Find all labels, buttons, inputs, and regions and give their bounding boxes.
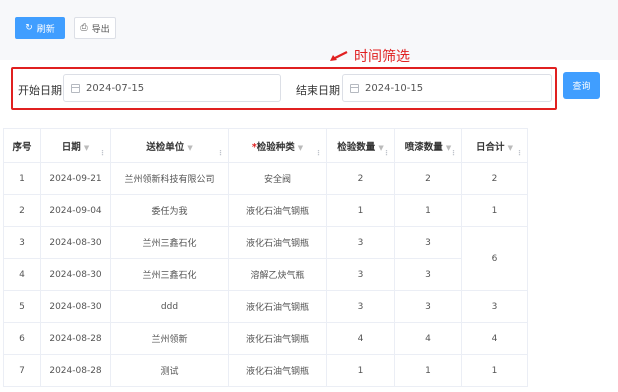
- table-row[interactable]: 5 2024-08-30 ddd 液化石油气钢瓶 3 3 3: [3, 290, 528, 323]
- cell-index: 2: [3, 194, 41, 227]
- cell-type: 液化石油气钢瓶: [228, 354, 327, 387]
- export-button-label: 导出: [91, 24, 110, 35]
- cell-daily-total: 3: [461, 290, 528, 323]
- cell-index: 5: [3, 290, 41, 323]
- cell-qty: 3: [326, 226, 395, 259]
- data-table-container: 序号 日期 ▼ ⋮ 送检单位 ▼ ⋮ *检验种类 ▼ ⋮ 检验数量 ▼ ⋮ 喷漆数量 ▼ ⋮ 日合计…: [0, 126, 618, 392]
- col-header-unit[interactable]: 送检单位 ▼ ⋮: [110, 128, 229, 163]
- filter-icon[interactable]: ▼: [187, 144, 192, 152]
- export-button[interactable]: ⎙ 导出: [74, 17, 116, 39]
- col-header-daily-total[interactable]: 日合计 ▼ ⋮: [461, 128, 528, 163]
- cell-qty: 1: [326, 194, 395, 227]
- end-date-input[interactable]: 2024-10-15: [342, 74, 552, 102]
- column-drag-handle[interactable]: ⋮: [516, 150, 523, 157]
- cell-spray: 3: [394, 226, 462, 259]
- cell-daily-total: 2: [461, 162, 528, 195]
- cell-type: 液化石油气钢瓶: [228, 290, 327, 323]
- data-table: 序号 日期 ▼ ⋮ 送检单位 ▼ ⋮ *检验种类 ▼ ⋮ 检验数量 ▼ ⋮ 喷漆数量 ▼ ⋮ 日合计…: [3, 128, 528, 387]
- start-date-value: 2024-07-15: [86, 82, 145, 94]
- annotation-text: 时间筛选: [354, 49, 410, 65]
- cell-daily-total: 1: [461, 354, 528, 387]
- cell-index: 1: [3, 162, 41, 195]
- col-header-date[interactable]: 日期 ▼ ⋮: [40, 128, 111, 163]
- cell-date: 2024-09-21: [40, 162, 111, 195]
- cell-unit: 测试: [110, 354, 229, 387]
- cell-spray: 2: [394, 162, 462, 195]
- start-date-label: 开始日期: [18, 84, 62, 97]
- cell-daily-total: 4: [461, 322, 528, 355]
- query-button-label: 查询: [572, 82, 591, 92]
- cell-unit: 兰州三鑫石化: [110, 226, 229, 259]
- refresh-button[interactable]: ↻ 刷新: [15, 17, 65, 39]
- col-header-type[interactable]: *检验种类 ▼ ⋮: [228, 128, 327, 163]
- end-date-label: 结束日期: [296, 84, 340, 97]
- cell-unit: 兰州三鑫石化: [110, 258, 229, 291]
- column-drag-handle[interactable]: ⋮: [450, 150, 457, 157]
- cell-unit: 委任为我: [110, 194, 229, 227]
- table-row[interactable]: 2 2024-09-04 委任为我 液化石油气钢瓶 1 1 1: [3, 194, 528, 227]
- cell-type: 液化石油气钢瓶: [228, 194, 327, 227]
- cell-date: 2024-08-28: [40, 322, 111, 355]
- refresh-button-label: 刷新: [36, 24, 55, 35]
- cell-spray: 3: [394, 290, 462, 323]
- start-date-input[interactable]: 2024-07-15: [63, 74, 281, 102]
- cell-date: 2024-08-30: [40, 226, 111, 259]
- cell-qty: 1: [326, 354, 395, 387]
- cell-unit: ddd: [110, 290, 229, 323]
- filter-icon[interactable]: ▼: [298, 144, 303, 152]
- printer-icon: ⎙: [80, 22, 88, 33]
- cell-date: 2024-08-28: [40, 354, 111, 387]
- cell-date: 2024-08-30: [40, 258, 111, 291]
- column-drag-handle[interactable]: ⋮: [217, 150, 224, 157]
- cell-index: 6: [3, 322, 41, 355]
- cell-unit: 兰州领新: [110, 322, 229, 355]
- cell-index: 3: [3, 226, 41, 259]
- table-row[interactable]: 7 2024-08-28 测试 液化石油气钢瓶 1 1 1: [3, 354, 528, 387]
- cell-spray: 1: [394, 354, 462, 387]
- col-header-qty[interactable]: 检验数量 ▼ ⋮: [326, 128, 395, 163]
- annotation-arrow-icon: [330, 51, 348, 61]
- cell-spray: 4: [394, 322, 462, 355]
- cell-spray: 3: [394, 258, 462, 291]
- cell-type: 液化石油气钢瓶: [228, 322, 327, 355]
- filter-icon[interactable]: ▼: [508, 144, 513, 152]
- query-button[interactable]: 查询: [563, 72, 600, 99]
- toolbar: ↻ 刷新 ⎙ 导出: [0, 0, 618, 58]
- cell-spray: 1: [394, 194, 462, 227]
- calendar-icon: [71, 83, 80, 93]
- page: ↻ 刷新 ⎙ 导出 时间筛选 开始日期 2024-07-15 结束日期 2024…: [0, 0, 618, 392]
- filter-icon[interactable]: ▼: [84, 144, 89, 152]
- cell-date: 2024-09-04: [40, 194, 111, 227]
- cell-index: 4: [3, 258, 41, 291]
- table-row[interactable]: 3 2024-08-30 兰州三鑫石化 液化石油气钢瓶 3 3 6: [3, 226, 528, 291]
- cell-unit: 兰州领新科技有限公司: [110, 162, 229, 195]
- table-row[interactable]: 6 2024-08-28 兰州领新 液化石油气钢瓶 4 4 4: [3, 322, 528, 355]
- end-date-value: 2024-10-15: [365, 82, 424, 94]
- col-header-spray[interactable]: 喷漆数量 ▼ ⋮: [394, 128, 462, 163]
- cell-type: 安全阀: [228, 162, 327, 195]
- table-header-row: 序号 日期 ▼ ⋮ 送检单位 ▼ ⋮ *检验种类 ▼ ⋮ 检验数量 ▼ ⋮ 喷漆数量 ▼ ⋮ 日合计…: [3, 128, 528, 163]
- cell-qty: 3: [326, 258, 395, 291]
- cell-qty: 2: [326, 162, 395, 195]
- cell-daily-total: 1: [461, 194, 528, 227]
- column-drag-handle[interactable]: ⋮: [383, 150, 390, 157]
- column-drag-handle[interactable]: ⋮: [99, 150, 106, 157]
- calendar-icon: [350, 83, 359, 93]
- column-drag-handle[interactable]: ⋮: [315, 150, 322, 157]
- cell-qty: 4: [326, 322, 395, 355]
- time-filter-annotation: 时间筛选: [330, 46, 410, 66]
- cell-index: 7: [3, 354, 41, 387]
- table-row[interactable]: 4 2024-08-30 兰州三鑫石化 溶解乙炔气瓶 3 3: [3, 258, 528, 291]
- cell-type: 溶解乙炔气瓶: [228, 258, 327, 291]
- cell-date: 2024-08-30: [40, 290, 111, 323]
- cell-type: 液化石油气钢瓶: [228, 226, 327, 259]
- col-header-index: 序号: [3, 128, 41, 163]
- refresh-icon: ↻: [25, 22, 33, 33]
- table-row[interactable]: 1 2024-09-21 兰州领新科技有限公司 安全阀 2 2 2: [3, 162, 528, 195]
- cell-daily-total-merged: 6: [461, 226, 528, 291]
- cell-qty: 3: [326, 290, 395, 323]
